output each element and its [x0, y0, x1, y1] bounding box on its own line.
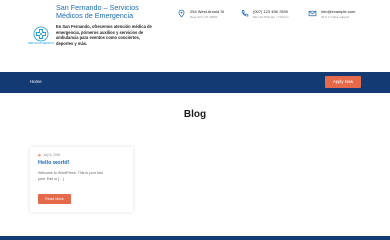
brand: San Fernando – Servicios Médicos de Emer… [56, 4, 156, 46]
logo-caption: SERVICIOS MÉDICOS [28, 42, 54, 45]
contact-phone-line1[interactable]: (007) 123 456 7890 [253, 9, 288, 14]
post-excerpt: Welcome to WordPress. This is your first… [38, 171, 103, 181]
contact-phone-line2: Mon-Fri 8:00 am - 7:00 pm [253, 15, 289, 19]
page: SERVICIOS MÉDICOS San Fernando – Servici… [0, 0, 390, 240]
mail-icon [308, 10, 317, 17]
medical-cross-logo-icon[interactable] [33, 26, 49, 42]
contact-email-line1[interactable]: info@example.com [321, 9, 355, 14]
footer-bar [0, 236, 390, 240]
nav-item-home[interactable]: Home [30, 79, 42, 85]
page-title: Blog [183, 109, 207, 120]
post-title-link[interactable]: Hello world! [38, 160, 69, 167]
post-card: ▦ July 6, 2025 Hello world! Welcome to Wo… [30, 147, 133, 212]
site-title[interactable]: San Fernando – Servicios Médicos de Emer… [56, 4, 156, 20]
post-date: ▦ July 6, 2025 [38, 153, 60, 157]
phone-icon [241, 9, 249, 17]
site-description: En San Fernando, ofrecemos atención médi… [56, 24, 152, 46]
contact-address-line2: New York, NY 10001 [190, 15, 218, 19]
contact-address-line1: 254 West Arnold St [190, 9, 225, 14]
calendar-icon: ▦ [38, 153, 42, 157]
post-date-text: July 6, 2025 [43, 153, 61, 157]
read-more-button[interactable]: Read More [38, 194, 71, 204]
apply-now-button[interactable]: Apply Now [325, 76, 361, 88]
location-pin-icon [178, 9, 185, 18]
site-header: SERVICIOS MÉDICOS San Fernando – Servici… [0, 0, 390, 72]
contact-email-line2: 24 X 7 online support [321, 15, 350, 19]
